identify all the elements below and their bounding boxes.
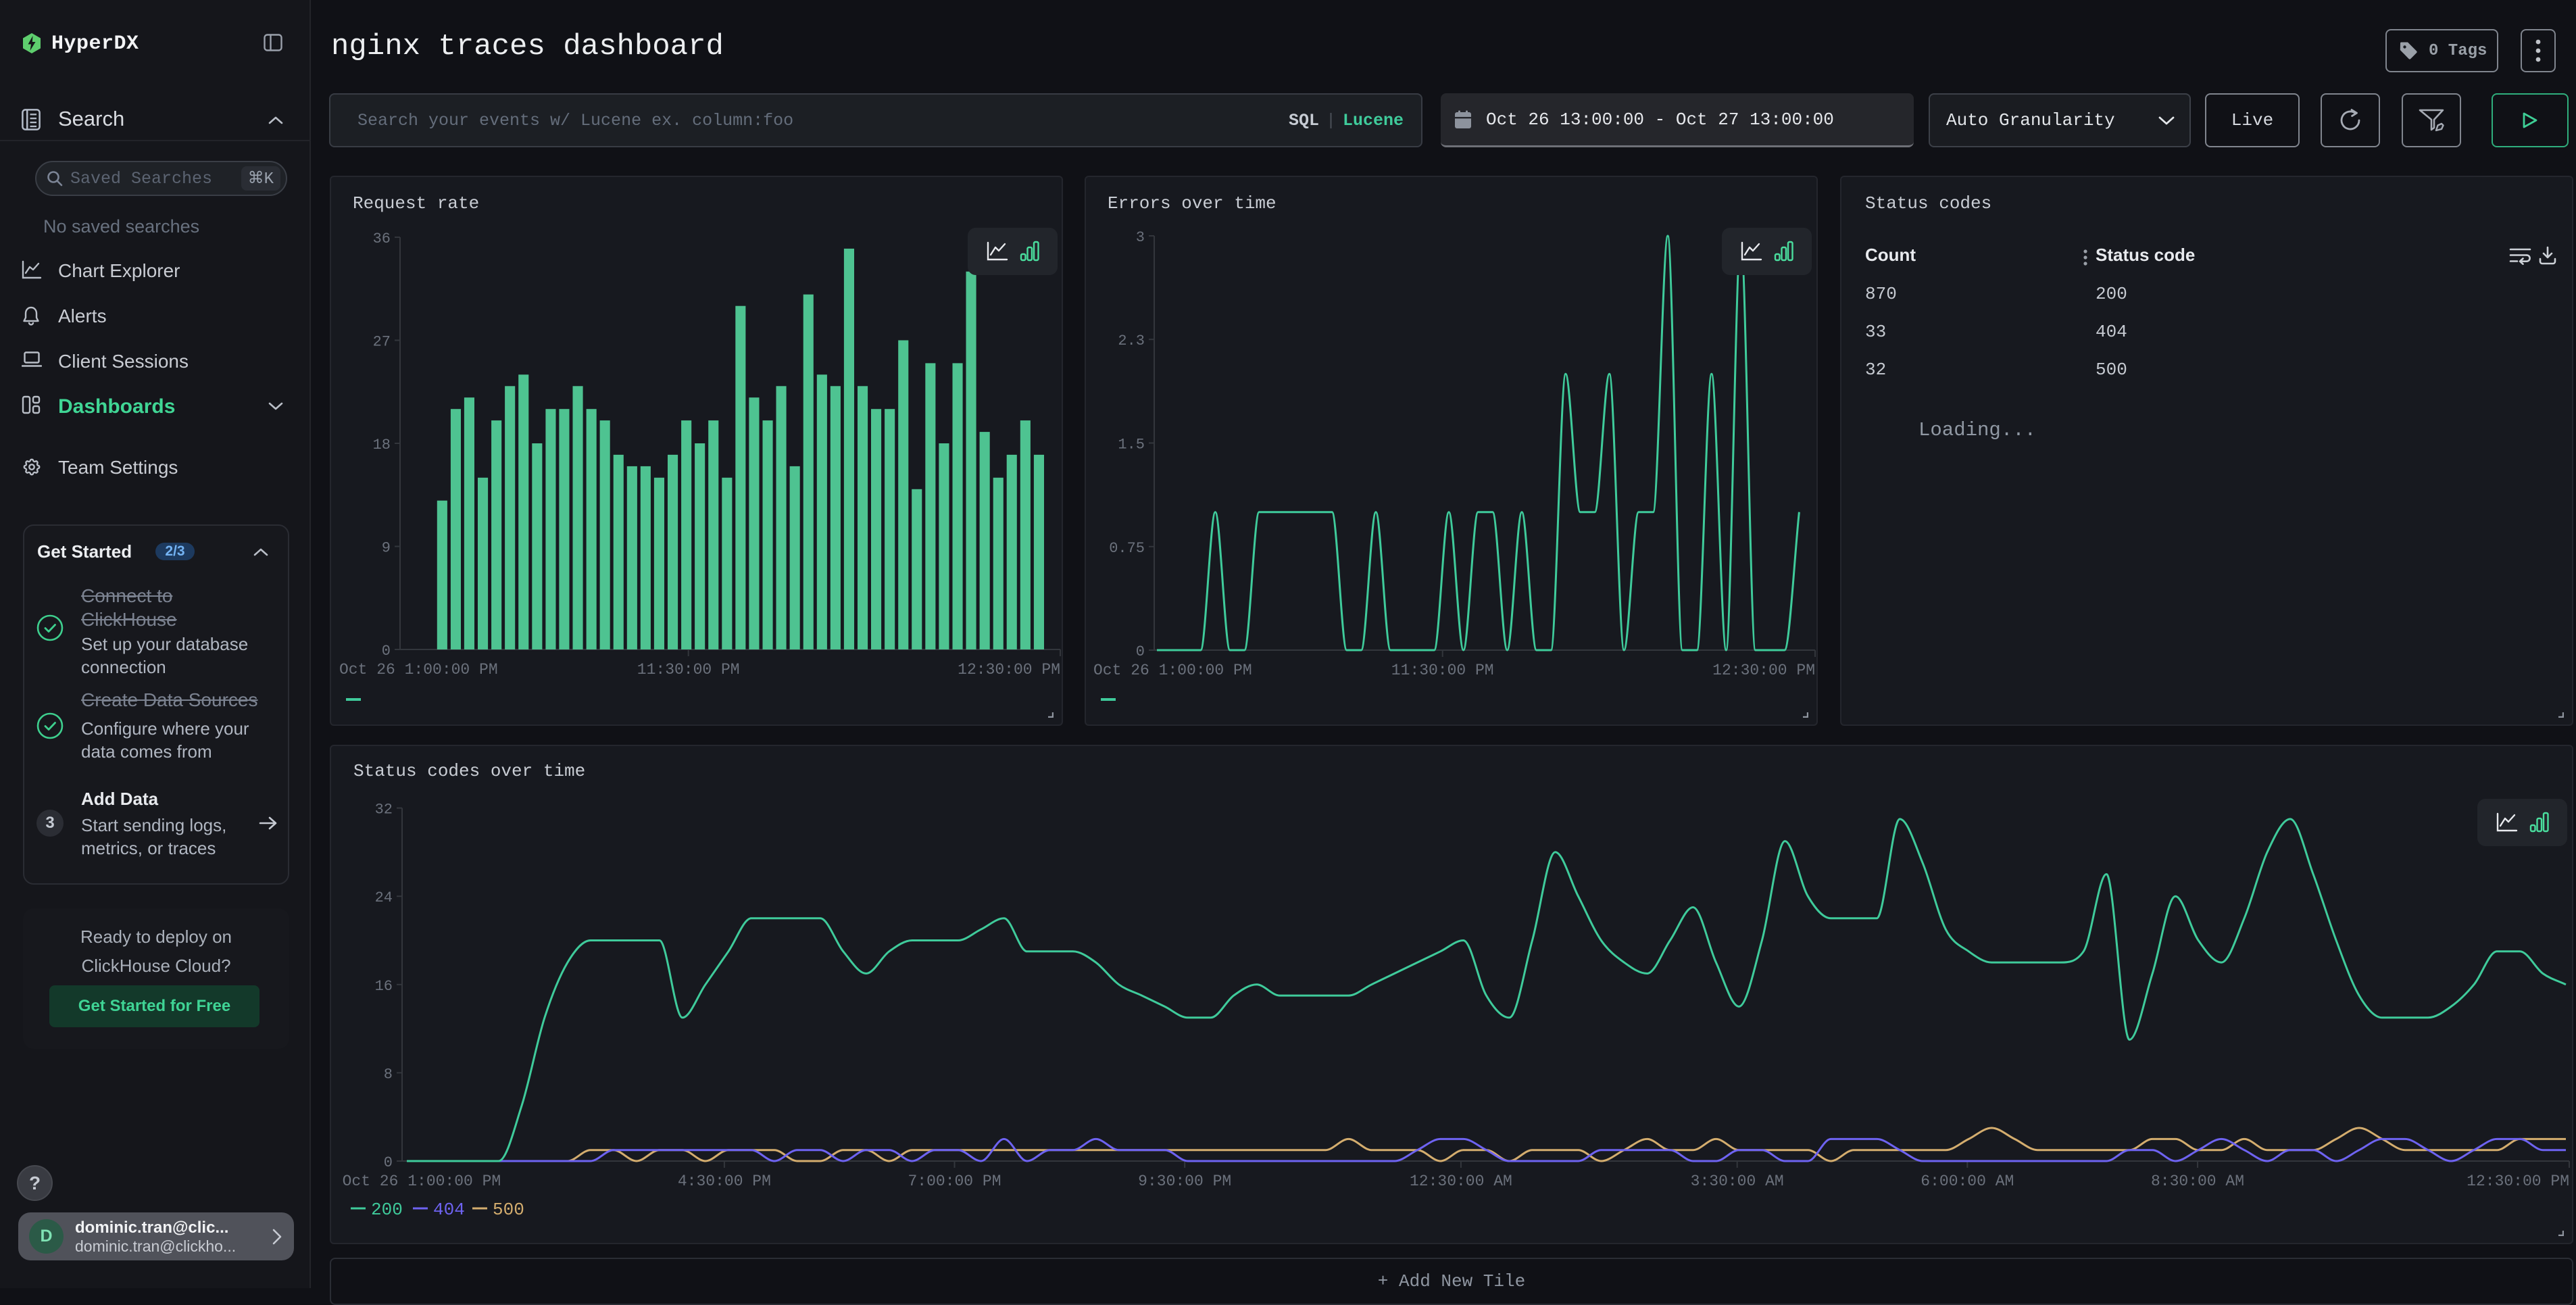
svg-text:32: 32	[375, 802, 393, 818]
svg-text:12:30:00 PM: 12:30:00 PM	[2467, 1173, 2569, 1190]
svg-text:3: 3	[1136, 229, 1145, 246]
svg-text:0.75: 0.75	[1109, 540, 1145, 557]
svg-text:24: 24	[375, 889, 393, 906]
svg-text:16: 16	[375, 978, 393, 995]
svg-text:12:30:00 AM: 12:30:00 AM	[1410, 1173, 1512, 1190]
svg-text:404: 404	[433, 1200, 465, 1220]
svg-text:27: 27	[373, 334, 391, 351]
svg-text:8: 8	[384, 1066, 393, 1083]
svg-text:Oct 26 1:00:00 PM: Oct 26 1:00:00 PM	[339, 661, 498, 679]
svg-text:1.5: 1.5	[1118, 437, 1145, 453]
svg-text:500: 500	[493, 1200, 524, 1220]
svg-text:0: 0	[384, 1154, 393, 1171]
svg-text:Oct 26 1:00:00 PM: Oct 26 1:00:00 PM	[1093, 662, 1252, 679]
svg-text:11:30:00 PM: 11:30:00 PM	[637, 661, 740, 679]
svg-text:7:00:00 PM: 7:00:00 PM	[908, 1173, 1001, 1190]
svg-text:12:30:00 PM: 12:30:00 PM	[958, 661, 1060, 679]
svg-text:2.3: 2.3	[1118, 333, 1145, 349]
svg-text:12:30:00 PM: 12:30:00 PM	[1712, 662, 1815, 679]
svg-text:18: 18	[373, 437, 391, 453]
svg-text:9:30:00 PM: 9:30:00 PM	[1138, 1173, 1231, 1190]
svg-text:8:30:00 AM: 8:30:00 AM	[2151, 1173, 2244, 1190]
svg-text:Oct 26 1:00:00 PM: Oct 26 1:00:00 PM	[343, 1173, 501, 1190]
svg-text:200: 200	[371, 1200, 403, 1220]
svg-text:0: 0	[1136, 643, 1145, 660]
svg-text:11:30:00 PM: 11:30:00 PM	[1391, 662, 1494, 679]
svg-text:3:30:00 AM: 3:30:00 AM	[1691, 1173, 1784, 1190]
svg-text:6:00:00 AM: 6:00:00 AM	[1921, 1173, 2014, 1190]
svg-text:9: 9	[382, 540, 391, 557]
svg-text:4:30:00 PM: 4:30:00 PM	[678, 1173, 771, 1190]
svg-text:36: 36	[373, 230, 391, 247]
svg-text:0: 0	[382, 643, 391, 660]
